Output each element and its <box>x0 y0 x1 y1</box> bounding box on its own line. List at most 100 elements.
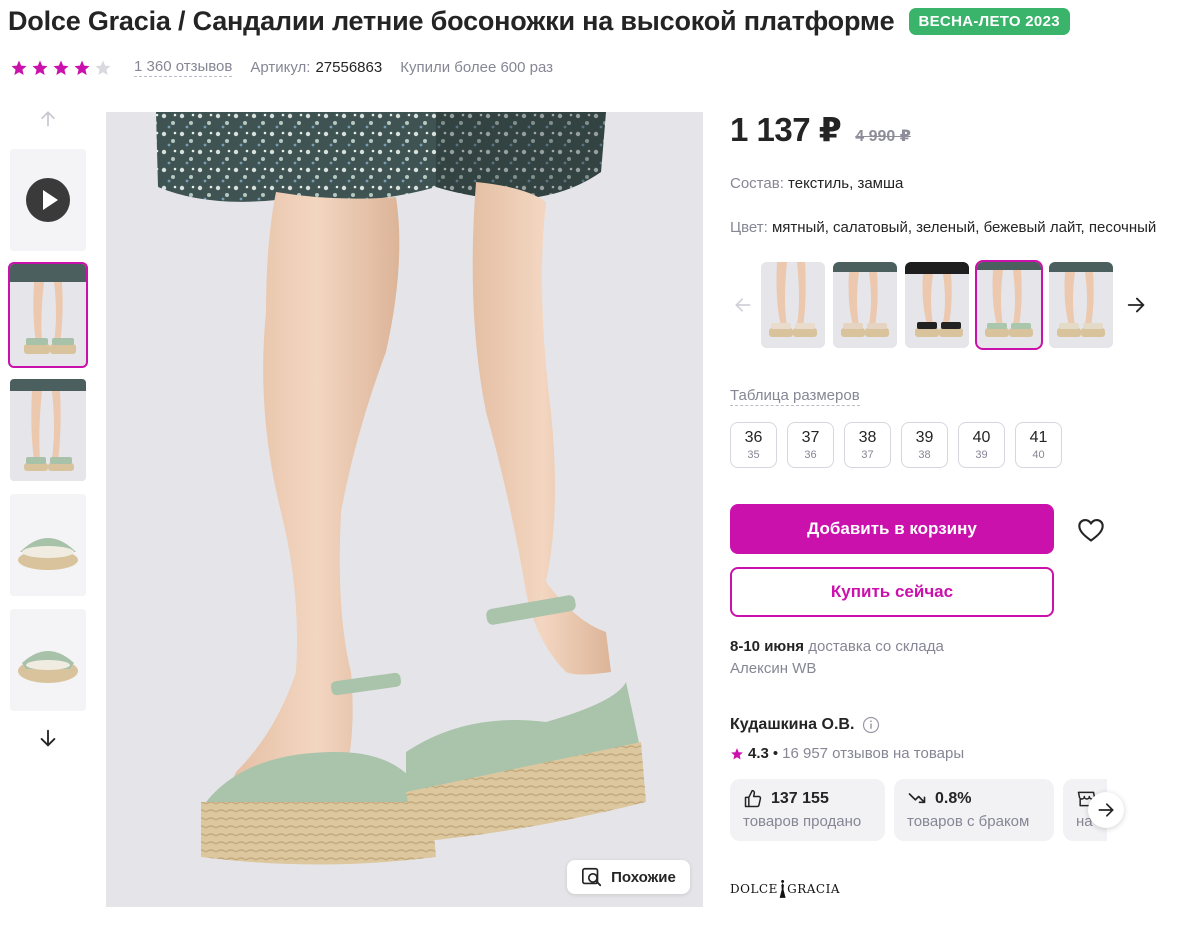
variant-image <box>761 262 825 348</box>
star-icon <box>74 60 90 75</box>
price-row: 1 137 ₽ 4 990 ₽ <box>730 110 911 149</box>
color-variant-3[interactable] <box>905 262 969 348</box>
title-row: Dolce Gracia / Сандалии летние босоножки… <box>8 6 1070 37</box>
old-price: 4 990 ₽ <box>855 128 911 145</box>
composition-row: Состав: текстиль, замша <box>730 175 903 192</box>
season-badge: ВЕСНА-ЛЕТО 2023 <box>908 8 1070 35</box>
brand-figure-icon <box>779 879 786 898</box>
size-option[interactable]: 37 36 <box>787 422 834 468</box>
size-main: 40 <box>972 429 991 446</box>
thumbnail-image <box>10 379 86 481</box>
seller-stats: 137 155 товаров продано 0.8% товаров с б… <box>730 779 1107 841</box>
seller-name-row: Кудашкина О.В. <box>730 716 880 734</box>
size-option[interactable]: 39 38 <box>901 422 948 468</box>
size-option[interactable]: 38 37 <box>844 422 891 468</box>
color-variants <box>730 260 1149 350</box>
product-title: Dolce Gracia / Сандалии летние босоножки… <box>8 6 895 36</box>
seller-rating-row: 4.3 • 16 957 отзывов на товары <box>730 745 964 762</box>
star-empty-icon <box>95 60 111 75</box>
size-main: 37 <box>801 429 820 446</box>
star-icon <box>53 60 69 75</box>
size-selector: 36 35 37 36 38 37 39 38 40 39 41 40 <box>730 422 1062 468</box>
thumbs-up-icon <box>744 789 762 808</box>
color-attr-row: Цвет: мятный, салатовый, зеленый, бежевы… <box>730 219 1156 236</box>
bullet-separator: • <box>772 745 779 762</box>
size-table-link[interactable]: Таблица размеров <box>730 387 860 406</box>
size-sub: 38 <box>918 449 931 461</box>
variant-image <box>977 262 1041 348</box>
thumbnail-image <box>10 494 86 596</box>
trend-down-icon <box>908 793 926 804</box>
delivery-date: 8-10 июня <box>730 638 805 655</box>
bought-count: Купили более 600 раз <box>400 59 554 76</box>
size-main: 38 <box>858 429 877 446</box>
current-price: 1 137 ₽ <box>730 111 842 148</box>
brand-logo-right: GRACIA <box>787 882 840 896</box>
size-option[interactable]: 41 40 <box>1015 422 1062 468</box>
size-option[interactable]: 36 35 <box>730 422 777 468</box>
size-option[interactable]: 40 39 <box>958 422 1005 468</box>
arrow-right-icon <box>1127 297 1145 313</box>
brand-logo[interactable]: DOLCE GRACIA <box>730 866 840 912</box>
thumbnail-image <box>10 609 86 711</box>
arrow-right-icon <box>1098 803 1114 817</box>
color-label: Цвет: <box>730 219 768 236</box>
size-sub: 36 <box>804 449 817 461</box>
stats-next-button[interactable] <box>1088 792 1124 828</box>
add-to-cart-button[interactable]: Добавить в корзину <box>730 504 1054 554</box>
thumbnail-photo-3[interactable] <box>10 494 86 596</box>
color-variant-1[interactable] <box>761 262 825 348</box>
stat-card-defect: 0.8% товаров с браком <box>894 779 1054 841</box>
similar-button[interactable]: Похожие <box>567 860 690 894</box>
thumbnail-photo-1[interactable] <box>8 262 88 368</box>
star-icon <box>32 60 48 75</box>
arrow-up-icon <box>41 111 55 127</box>
thumbnail-photo-4[interactable] <box>10 609 86 711</box>
size-main: 39 <box>915 429 934 446</box>
color-value: мятный, салатовый, зеленый, бежевый лайт… <box>771 219 1157 236</box>
color-variant-5[interactable] <box>1049 262 1113 348</box>
stat-value: 137 155 <box>771 790 829 807</box>
size-main: 41 <box>1029 429 1048 446</box>
reviews-link[interactable]: 1 360 отзывов <box>134 58 233 77</box>
thumbs-up-arrow-button[interactable] <box>10 105 86 133</box>
composition-label: Состав: <box>730 175 784 192</box>
article-label: Артикул: <box>250 59 311 76</box>
color-next-button[interactable] <box>1123 292 1149 318</box>
variant-image <box>1049 262 1113 348</box>
stat-value: 0.8% <box>935 790 972 807</box>
variant-image <box>833 262 897 348</box>
star-icon <box>731 747 743 759</box>
rating-stars <box>10 59 112 77</box>
similar-label: Похожие <box>611 868 676 886</box>
size-main: 36 <box>744 429 763 446</box>
arrow-left-icon <box>735 298 751 312</box>
thumbnail-gallery <box>8 105 88 752</box>
product-photo <box>106 112 703 907</box>
video-preview <box>10 149 86 251</box>
size-sub: 37 <box>861 449 874 461</box>
seller-rating: 4.3 <box>748 745 769 762</box>
search-similar-icon <box>582 867 602 887</box>
favorite-button[interactable] <box>1074 515 1108 545</box>
color-prev-button[interactable] <box>730 292 756 318</box>
article-value[interactable]: 27556863 <box>315 59 382 76</box>
brand-logo-left: DOLCE <box>730 882 778 896</box>
thumbs-down-arrow-button[interactable] <box>10 724 86 752</box>
arrow-down-icon <box>40 729 56 747</box>
color-variant-2[interactable] <box>833 262 897 348</box>
thumbnail-image <box>10 264 86 366</box>
size-sub: 39 <box>975 449 988 461</box>
composition-value: текстиль, замша <box>788 175 904 192</box>
delivery-info: 8-10 июня доставка со склада Алексин WB <box>730 636 990 680</box>
color-variant-4[interactable] <box>975 260 1043 350</box>
stat-card-sold: 137 155 товаров продано <box>730 779 885 841</box>
thumbnail-photo-2[interactable] <box>10 379 86 481</box>
stat-label: товаров с браком <box>907 813 1030 830</box>
main-product-image[interactable] <box>106 112 703 907</box>
buy-now-button[interactable]: Купить сейчас <box>730 567 1054 617</box>
thumbnail-video[interactable] <box>10 149 86 251</box>
star-icon <box>11 60 27 75</box>
info-icon[interactable] <box>862 716 880 734</box>
seller-name[interactable]: Кудашкина О.В. <box>730 716 854 734</box>
